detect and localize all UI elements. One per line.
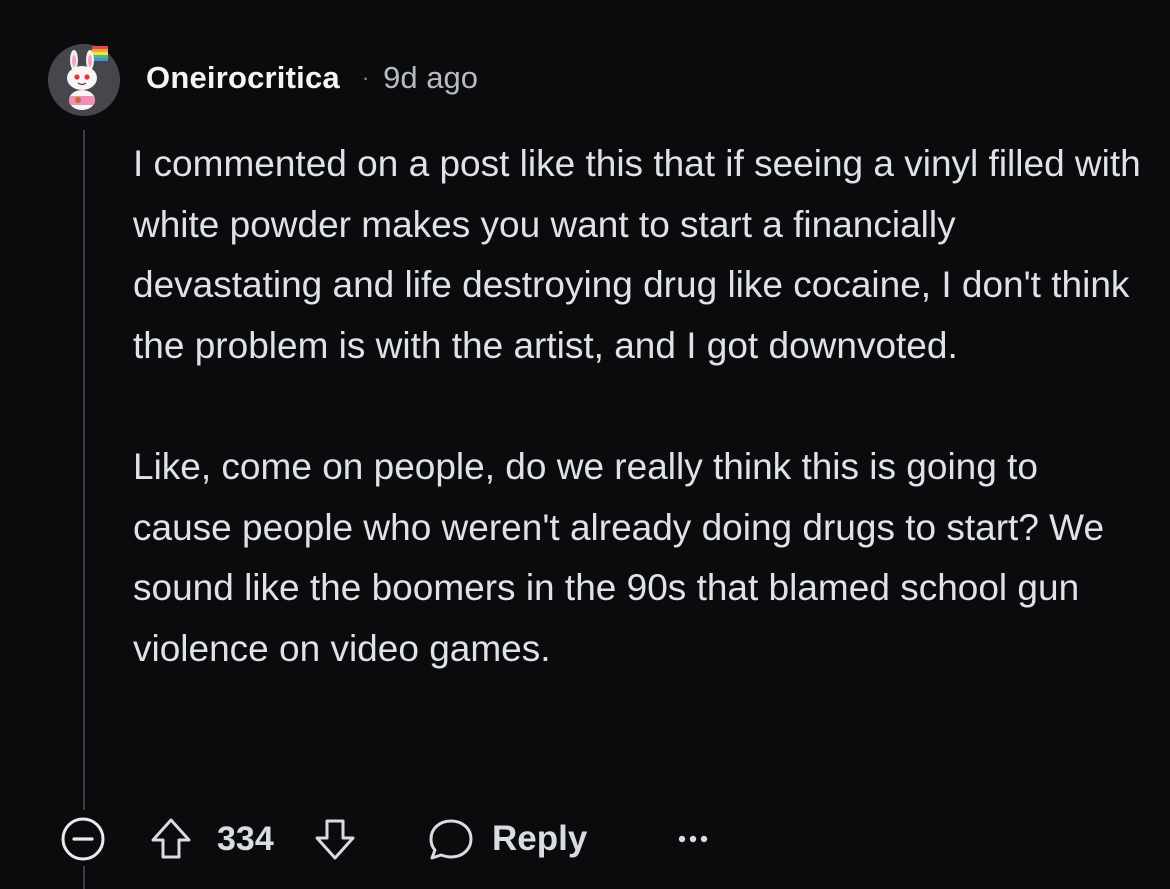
upvote-arrow-icon [144, 812, 198, 866]
comment-body: I commented on a post like this that if … [133, 134, 1143, 679]
collapse-button[interactable] [56, 812, 110, 866]
more-options-icon [674, 812, 714, 866]
more-options-button[interactable] [674, 812, 714, 866]
thread-line[interactable] [83, 130, 85, 810]
vote-score: 334 [217, 812, 274, 866]
reply-label: Reply [492, 819, 588, 858]
comment-paragraph: Like, come on people, do we really think… [133, 446, 1105, 669]
comment-age: 9d ago [383, 60, 478, 95]
reply-button[interactable]: Reply [424, 812, 587, 866]
downvote-arrow-icon [308, 812, 362, 866]
speech-bubble-icon [424, 812, 478, 866]
comment-paragraph: I commented on a post like this that if … [133, 143, 1141, 366]
snoo-avatar-icon [48, 44, 120, 116]
thread-line-continuation[interactable] [83, 866, 85, 889]
collapse-minus-icon [56, 812, 110, 866]
meta-separator: · [361, 65, 370, 90]
downvote-button[interactable] [308, 812, 362, 866]
comment-action-bar: 334 Reply [56, 812, 756, 866]
upvote-button[interactable] [144, 812, 198, 866]
score-count: 334 [217, 819, 274, 858]
comment-author[interactable]: Oneirocritica [146, 60, 340, 96]
avatar[interactable] [48, 44, 120, 116]
